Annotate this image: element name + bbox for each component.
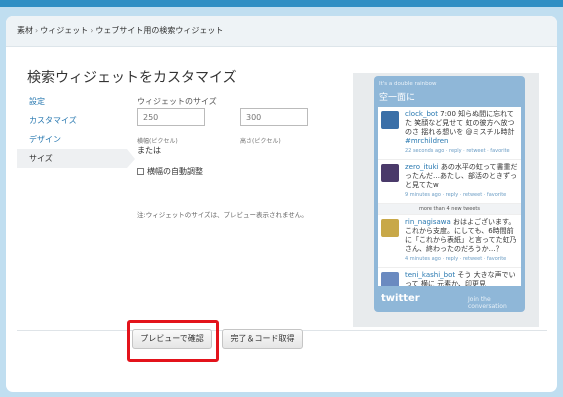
join-conversation-link[interactable]: Join the conversation — [468, 296, 525, 310]
page-title: 検索ウィジェットをカスタマイズ — [27, 70, 237, 86]
twitter-logo[interactable]: twitter — [381, 293, 420, 304]
avatar[interactable] — [381, 164, 399, 182]
tweet: clock_bot 7:00 知らぬ間に忘れてた 笑顔など見せて 虹の彼方へ放つ… — [378, 107, 521, 160]
tweet-user[interactable]: teni_kashi_bot — [405, 271, 455, 279]
avatar[interactable] — [381, 111, 399, 129]
height-hint: 高さ(ピクセル) — [240, 138, 281, 145]
breadcrumb-item-materials[interactable]: 素材 — [17, 25, 33, 36]
widget-size-label: ウィジェットのサイズ — [137, 97, 217, 106]
highlight-box — [127, 320, 219, 362]
or-label: または — [137, 146, 161, 155]
width-hint: 横幅(ピクセル) — [137, 138, 178, 145]
tweet-user[interactable]: clock_bot — [405, 110, 438, 118]
tweet-meta[interactable]: 22 seconds ago · reply · retweet · favor… — [405, 147, 518, 156]
tweet-list: clock_bot 7:00 知らぬ間に忘れてた 笑顔など見せて 虹の彼方へ放つ… — [378, 107, 521, 286]
tweet-hashtag[interactable]: #mrchildren — [405, 137, 449, 145]
nav-item-settings[interactable]: 設定 — [17, 92, 127, 111]
tweet-meta[interactable]: 4 minutes ago · reply · retweet · favori… — [405, 255, 518, 264]
nav-item-design[interactable]: デザイン — [17, 130, 127, 149]
widget-title: 空一面に — [379, 93, 416, 103]
tweet: rin_nagisawa おはよございます。これから支度。にしても、6時間前に「… — [378, 215, 521, 268]
nav-item-customize[interactable]: カスタマイズ — [17, 111, 127, 130]
auto-width-label[interactable]: 横幅の自動調整 — [147, 166, 203, 177]
width-input[interactable] — [137, 108, 205, 126]
tweet-user[interactable]: rin_nagisawa — [405, 218, 451, 226]
nav-item-size[interactable]: サイズ — [17, 149, 135, 168]
avatar[interactable] — [381, 219, 399, 237]
breadcrumb-separator: › — [90, 26, 94, 35]
tweet-meta[interactable]: 9 minutes ago · reply · retweet · favori… — [405, 191, 518, 200]
breadcrumb-item-current: ウェブサイト用の検索ウィジェット — [95, 26, 224, 35]
tweet: zero_ituki あの水平の虹って書重だったんだ…あたし、部活のときずっと見… — [378, 160, 521, 204]
height-input[interactable] — [240, 108, 308, 126]
preview-note: 注:ウィジェットのサイズは、プレビュー表示されません。 — [137, 211, 308, 219]
tweet-user[interactable]: zero_ituki — [405, 163, 439, 171]
breadcrumb-item-widgets[interactable]: ウィジェット — [40, 25, 88, 36]
widget-preview: It's a double rainbow 空一面に clock_bot 7:0… — [353, 73, 539, 327]
settings-nav: 設定 カスタマイズ デザイン サイズ — [17, 92, 135, 168]
widget-subtitle: It's a double rainbow — [379, 81, 437, 87]
avatar[interactable] — [381, 272, 399, 286]
tweet: teni_kashi_bot そう 大きな声でいって 横に 元素か、印更見 — [378, 268, 521, 286]
widget-footer: twitter Join the conversation — [374, 290, 525, 312]
auto-width-option[interactable]: 横幅の自動調整 — [137, 166, 203, 177]
finish-get-code-button[interactable]: 完了＆コード取得 — [222, 329, 303, 349]
auto-width-checkbox[interactable] — [137, 168, 144, 175]
twitter-widget: It's a double rainbow 空一面に clock_bot 7:0… — [374, 76, 525, 312]
top-bar — [0, 0, 563, 7]
breadcrumb-separator: › — [35, 26, 39, 35]
breadcrumb: 素材 › ウィジェット › ウェブサイト用の検索ウィジェット — [6, 16, 557, 47]
more-tweets-bar[interactable]: more than 4 new tweets — [378, 204, 521, 215]
